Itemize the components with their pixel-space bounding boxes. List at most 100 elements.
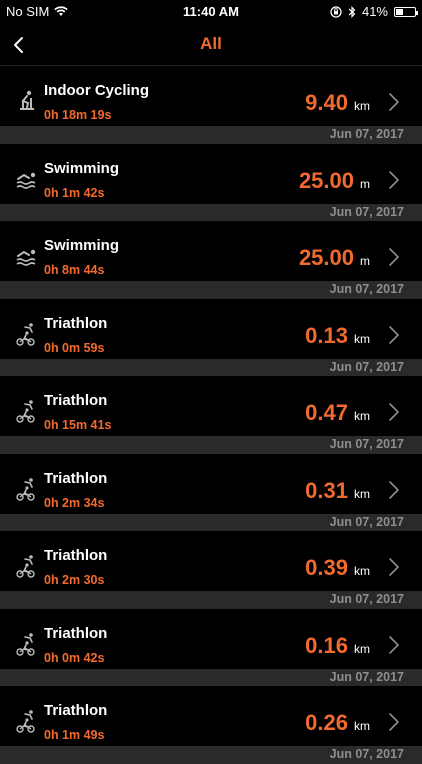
activity-row[interactable]: Triathlon 0h 0m 59s 0.13 km [0,298,422,359]
activity-name: Triathlon [44,314,108,332]
distance-value: 25.00 [298,245,354,270]
date-bar: Jun 07, 2017 [0,513,422,531]
triathlon-icon [16,322,35,346]
battery-fill [396,8,404,15]
distance-unit: km [354,486,370,501]
status-bar: No SIM 11:40 AM 41% [0,0,422,24]
distance-value: 0.39 [305,555,348,580]
activity-list: Indoor Cycling 0h 18m 19s 9.40 km Jun 07… [0,66,422,764]
chevron-right-icon [389,93,399,111]
chevron-right-icon [389,248,399,266]
activity-distance: 0.31 km [305,478,370,504]
triathlon-icon [16,632,35,656]
chevron-right-icon [389,325,399,344]
activity-name: Triathlon [44,392,108,409]
activity-date: Jun 07, 2017 [329,204,404,219]
activity-row[interactable]: Swimming 0h 8m 44s 25.00 m [0,221,422,281]
activity-distance: 25.00 m [299,245,370,271]
distance-value: 0.16 [305,632,348,658]
triathlon-icon [16,710,35,733]
activity-row[interactable]: Triathlon 0h 15m 41s 0.47 km [0,376,422,436]
activity-name: Swimming [44,237,120,254]
activity-row[interactable]: Triathlon 0h 2m 34s 0.31 km [0,453,422,514]
distance-unit: km [354,564,370,578]
activity-name: Triathlon [44,547,108,564]
battery-icon [394,6,418,17]
activity-duration: 0h 1m 49s [44,728,105,742]
chevron-right-icon [389,480,399,499]
activity-distance: 0.47 km [305,400,370,426]
activity-duration: 0h 2m 30s [44,573,105,587]
activity-name: Triathlon [44,469,108,487]
distance-value: 0.47 [305,400,348,425]
activity-row[interactable]: Swimming 0h 1m 42s 25.00 m [0,143,422,204]
activity-distance: 0.26 km [305,710,370,736]
distance-value: 0.31 [305,477,348,503]
activity-name: Indoor Cycling [44,82,149,99]
activity-date: Jun 07, 2017 [329,127,404,141]
activity-date: Jun 07, 2017 [329,282,404,296]
distance-unit: m [360,176,370,191]
activity-entry: Triathlon 0h 1m 49s 0.26 km Jun 07, 2017 [0,686,422,764]
activity-name: Triathlon [44,702,108,719]
activity-date: Jun 07, 2017 [329,592,404,606]
activity-row[interactable]: Triathlon 0h 1m 49s 0.26 km [0,686,422,746]
date-bar: Jun 07, 2017 [0,746,422,764]
activity-entry: Indoor Cycling 0h 18m 19s 9.40 km Jun 07… [0,66,422,144]
activity-duration: 0h 1m 42s [44,185,105,200]
activity-name: Triathlon [44,624,108,642]
date-bar: Jun 07, 2017 [0,358,422,376]
date-bar: Jun 07, 2017 [0,203,422,221]
activity-date: Jun 07, 2017 [329,437,404,451]
activity-date: Jun 07, 2017 [329,514,404,529]
distance-unit: km [354,331,370,346]
swimming-icon [16,172,36,189]
activity-entry: Triathlon 0h 2m 34s 0.31 km Jun 07, 2017 [0,453,422,531]
activity-date: Jun 07, 2017 [329,359,404,374]
activity-row[interactable]: Indoor Cycling 0h 18m 19s 9.40 km [0,66,422,126]
activity-duration: 0h 15m 41s [44,418,112,432]
date-bar: Jun 07, 2017 [0,436,422,454]
chevron-right-icon [389,713,399,731]
distance-value: 9.40 [305,90,348,115]
distance-unit: km [354,719,370,733]
date-bar: Jun 07, 2017 [0,591,422,609]
distance-unit: km [354,641,370,656]
activity-entry: Triathlon 0h 0m 59s 0.13 km Jun 07, 2017 [0,298,422,376]
activity-duration: 0h 18m 19s [44,108,112,122]
activity-distance: 25.00 m [299,168,370,194]
triathlon-icon [16,477,35,501]
activity-date: Jun 07, 2017 [329,669,404,684]
orientation-lock-icon [330,5,342,18]
indoor-cycling-icon [20,90,34,110]
activity-distance: 0.16 km [305,633,370,659]
distance-value: 25.00 [298,167,354,193]
distance-value: 0.26 [305,710,348,735]
nav-bar: All [0,24,422,66]
activity-entry: Triathlon 0h 0m 42s 0.16 km Jun 07, 2017 [0,608,422,686]
distance-unit: km [354,409,370,423]
date-bar: Jun 07, 2017 [0,668,422,686]
bluetooth-icon [348,5,356,18]
date-bar: Jun 07, 2017 [0,126,422,144]
page-title: All [200,34,222,53]
triathlon-icon [16,400,35,423]
date-bar: Jun 07, 2017 [0,281,422,299]
activity-distance: 9.40 km [305,90,370,116]
activity-duration: 0h 8m 44s [44,263,105,277]
status-right: 41% [330,4,418,19]
activity-row[interactable]: Triathlon 0h 2m 30s 0.39 km [0,531,422,591]
activity-row[interactable]: Triathlon 0h 0m 42s 0.16 km [0,608,422,669]
triathlon-icon [16,555,35,578]
activity-duration: 0h 0m 42s [44,650,105,665]
activity-entry: Swimming 0h 1m 42s 25.00 m Jun 07, 2017 [0,143,422,221]
activity-duration: 0h 0m 59s [44,340,105,355]
activity-name: Swimming [44,159,120,177]
activity-entry: Triathlon 0h 15m 41s 0.47 km Jun 07, 201… [0,376,422,454]
chevron-right-icon [389,403,399,421]
distance-value: 0.13 [305,322,348,348]
chevron-right-icon [389,558,399,576]
chevron-right-icon [389,170,399,189]
chevron-right-icon [389,635,399,654]
activity-distance: 0.39 km [305,555,370,581]
